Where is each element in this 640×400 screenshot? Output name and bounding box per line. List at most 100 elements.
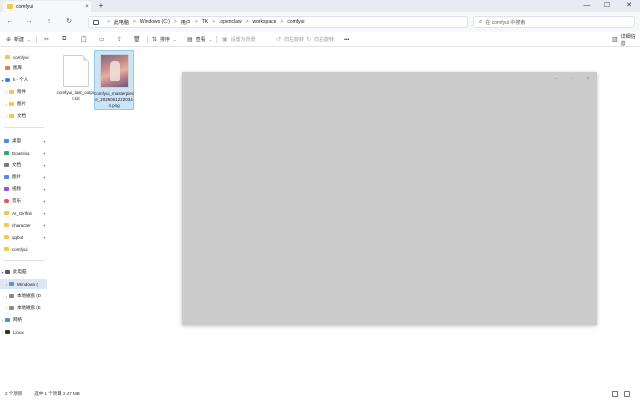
sidebar-item-pictures[interactable]: 图片 ✦	[0, 172, 47, 182]
sidebar-item-music[interactable]: 音乐 ✦	[0, 196, 47, 206]
sort-button[interactable]: ⇅ 排序 ⌄	[152, 34, 179, 45]
set-as-background-button[interactable]: ▣ 设置为背景	[222, 34, 256, 45]
image-icon: ▣	[222, 37, 228, 43]
sidebar-item-local-disk-d[interactable]: › 本地磁盘 (D	[0, 291, 47, 301]
breadcrumb-this-pc[interactable]: 此电脑	[114, 19, 129, 26]
sidebar-item-comfyui[interactable]: comfyui	[0, 244, 47, 254]
sidebar-item-onedrive-personal[interactable]: ▾ k - 个人	[0, 75, 47, 85]
copy-icon: ⧉	[62, 36, 67, 42]
sidebar-item-pictures-cloud[interactable]: › 图片	[0, 99, 47, 109]
rename-button[interactable]: ▭	[99, 34, 108, 45]
folder-icon	[4, 211, 9, 215]
breadcrumb-separator: >	[132, 19, 136, 25]
paste-button[interactable]: 📋	[80, 34, 90, 45]
copy-button[interactable]: ⧉	[62, 34, 69, 45]
sidebar-item-label: 此电脑	[13, 269, 27, 274]
more-options-button[interactable]: •••	[344, 34, 349, 45]
cut-button[interactable]: ✂	[44, 34, 52, 45]
up-button[interactable]: ↑	[44, 17, 54, 27]
search-input[interactable]: ⌕ 在 comfyui 中搜索	[473, 16, 635, 28]
sidebar-item-local-disk-e[interactable]: › 本地磁盘 (E	[0, 303, 47, 313]
search-icon: ⌕	[479, 18, 483, 25]
rotate-left-button[interactable]: ↺ 向左旋转	[276, 34, 304, 45]
preview-minimize-button[interactable]: –	[552, 75, 560, 83]
details-view-icon[interactable]	[612, 391, 618, 397]
sidebar-item-label: comfyui	[12, 246, 28, 252]
new-tab-button[interactable]: +	[96, 1, 106, 11]
share-button[interactable]: ⇪	[117, 34, 125, 45]
folder-icon	[4, 235, 9, 239]
download-icon	[4, 151, 9, 155]
image-thumbnail	[99, 54, 129, 88]
desktop-icon	[4, 139, 9, 143]
breadcrumb-windows-c[interactable]: Windows (C:)	[140, 19, 170, 25]
tab-close-icon[interactable]: ×	[83, 3, 91, 11]
folder-icon	[9, 90, 14, 94]
minimize-button[interactable]: —	[580, 1, 594, 11]
breadcrumb-workspace[interactable]: workspace	[252, 19, 276, 25]
navigation-bar: ← → ↑ ↻ > 此电脑 > Windows (C:) > 用户 > TK >…	[0, 12, 640, 32]
view-icon: ▤	[187, 37, 193, 43]
sidebar-item-label: Windows (	[17, 281, 39, 287]
forward-button[interactable]: →	[24, 17, 34, 27]
breadcrumb-separator: >	[212, 19, 216, 25]
pin-icon: ✦	[42, 162, 46, 168]
rotate-right-button[interactable]: ↻ 向右旋转	[306, 34, 334, 45]
sidebar-item-documents[interactable]: 文档 ✦	[0, 160, 47, 170]
details-pane-button[interactable]: ▥ 详细信息	[612, 34, 640, 47]
file-item-png[interactable]: comfyui_masterpiece_20260612220344.png	[94, 50, 134, 110]
navigation-pane: comfyui 图库 ▾ k - 个人 › 附件 › 图片 › 文档 桌面 ✦ …	[0, 47, 47, 387]
back-button[interactable]: ←	[5, 17, 15, 27]
view-button[interactable]: ▤ 查看 ⌄	[187, 34, 215, 45]
folder-icon	[7, 4, 13, 9]
sidebar-item-label: character	[12, 222, 31, 228]
refresh-button[interactable]: ↻	[64, 17, 74, 27]
sidebar-item-label: 文档	[17, 113, 26, 118]
tiles-view-icon[interactable]	[624, 391, 630, 397]
sidebar-item-downloads[interactable]: Downloa ✦	[0, 148, 47, 158]
sidebar-item-label: 桌面	[12, 138, 21, 143]
network-icon	[5, 318, 10, 322]
folder-icon	[5, 55, 10, 59]
sidebar-item-this-pc[interactable]: ▾ 此电脑	[0, 267, 47, 277]
breadcrumb-separator: >	[245, 19, 249, 25]
sidebar-item-windows-c[interactable]: › Windows (	[0, 279, 47, 289]
preview-close-button[interactable]: ×	[584, 75, 592, 83]
view-label: 查看	[195, 37, 206, 43]
breadcrumb-tk[interactable]: TK	[202, 19, 208, 25]
sidebar-item-desktop[interactable]: 桌面 ✦	[0, 136, 47, 146]
delete-button[interactable]: 🗑	[133, 34, 144, 45]
command-bar: ⊕ 新建 ⌄ ✂ ⧉ 📋 ▭ ⇪ 🗑 ⇅ 排序 ⌄ ▤ 查看 ⌄ ▣ 设置为背景…	[0, 32, 640, 47]
sort-icon: ⇅	[152, 37, 158, 43]
sidebar-item-label: Linux	[13, 329, 24, 335]
sidebar-item-comfyui-home[interactable]: comfyui	[0, 52, 47, 62]
sidebar-item-character[interactable]: character ✦	[0, 220, 47, 230]
music-icon	[4, 199, 9, 203]
toolbar-divider	[216, 36, 217, 43]
image-preview-window[interactable]: – ▫ ×	[182, 72, 597, 325]
drive-icon	[9, 294, 14, 298]
sidebar-item-label: 图片	[12, 174, 21, 179]
close-window-button[interactable]: ✕	[622, 1, 636, 11]
sidebar-item-attachments[interactable]: › 附件	[0, 87, 47, 97]
sidebar-item-documents-cloud[interactable]: › 文档	[0, 111, 47, 121]
breadcrumb-separator: >	[280, 19, 284, 25]
file-item-txt[interactable]: comfyui_last_output.txt	[56, 52, 96, 108]
address-bar[interactable]: > 此电脑 > Windows (C:) > 用户 > TK > .opencl…	[88, 16, 468, 28]
sidebar-item-videos[interactable]: 视频 ✦	[0, 184, 47, 194]
details-pane-icon: ▥	[612, 37, 618, 43]
breadcrumb-comfyui[interactable]: comfyui	[287, 19, 304, 25]
breadcrumb-users[interactable]: 用户	[181, 19, 191, 26]
tab-comfyui[interactable]: comfyui ×	[3, 1, 91, 12]
sidebar-item-qqbot[interactable]: qqbot ✦	[0, 232, 47, 242]
sidebar-item-linux[interactable]: › Linux	[0, 327, 47, 337]
drive-icon	[9, 306, 14, 310]
preview-maximize-button[interactable]: ▫	[568, 75, 576, 83]
sidebar-item-network[interactable]: › 网络	[0, 315, 47, 325]
chevron-down-icon: ⌄	[173, 37, 177, 42]
breadcrumb-openclaw[interactable]: .openclaw	[219, 19, 242, 25]
new-button[interactable]: ⊕ 新建 ⌄	[6, 34, 33, 45]
maximize-button[interactable]: ☐	[600, 1, 614, 11]
sidebar-item-gallery[interactable]: 图库	[0, 63, 47, 73]
sidebar-item-ai-girlfriend[interactable]: AI_Girlfrie ✦	[0, 208, 47, 218]
